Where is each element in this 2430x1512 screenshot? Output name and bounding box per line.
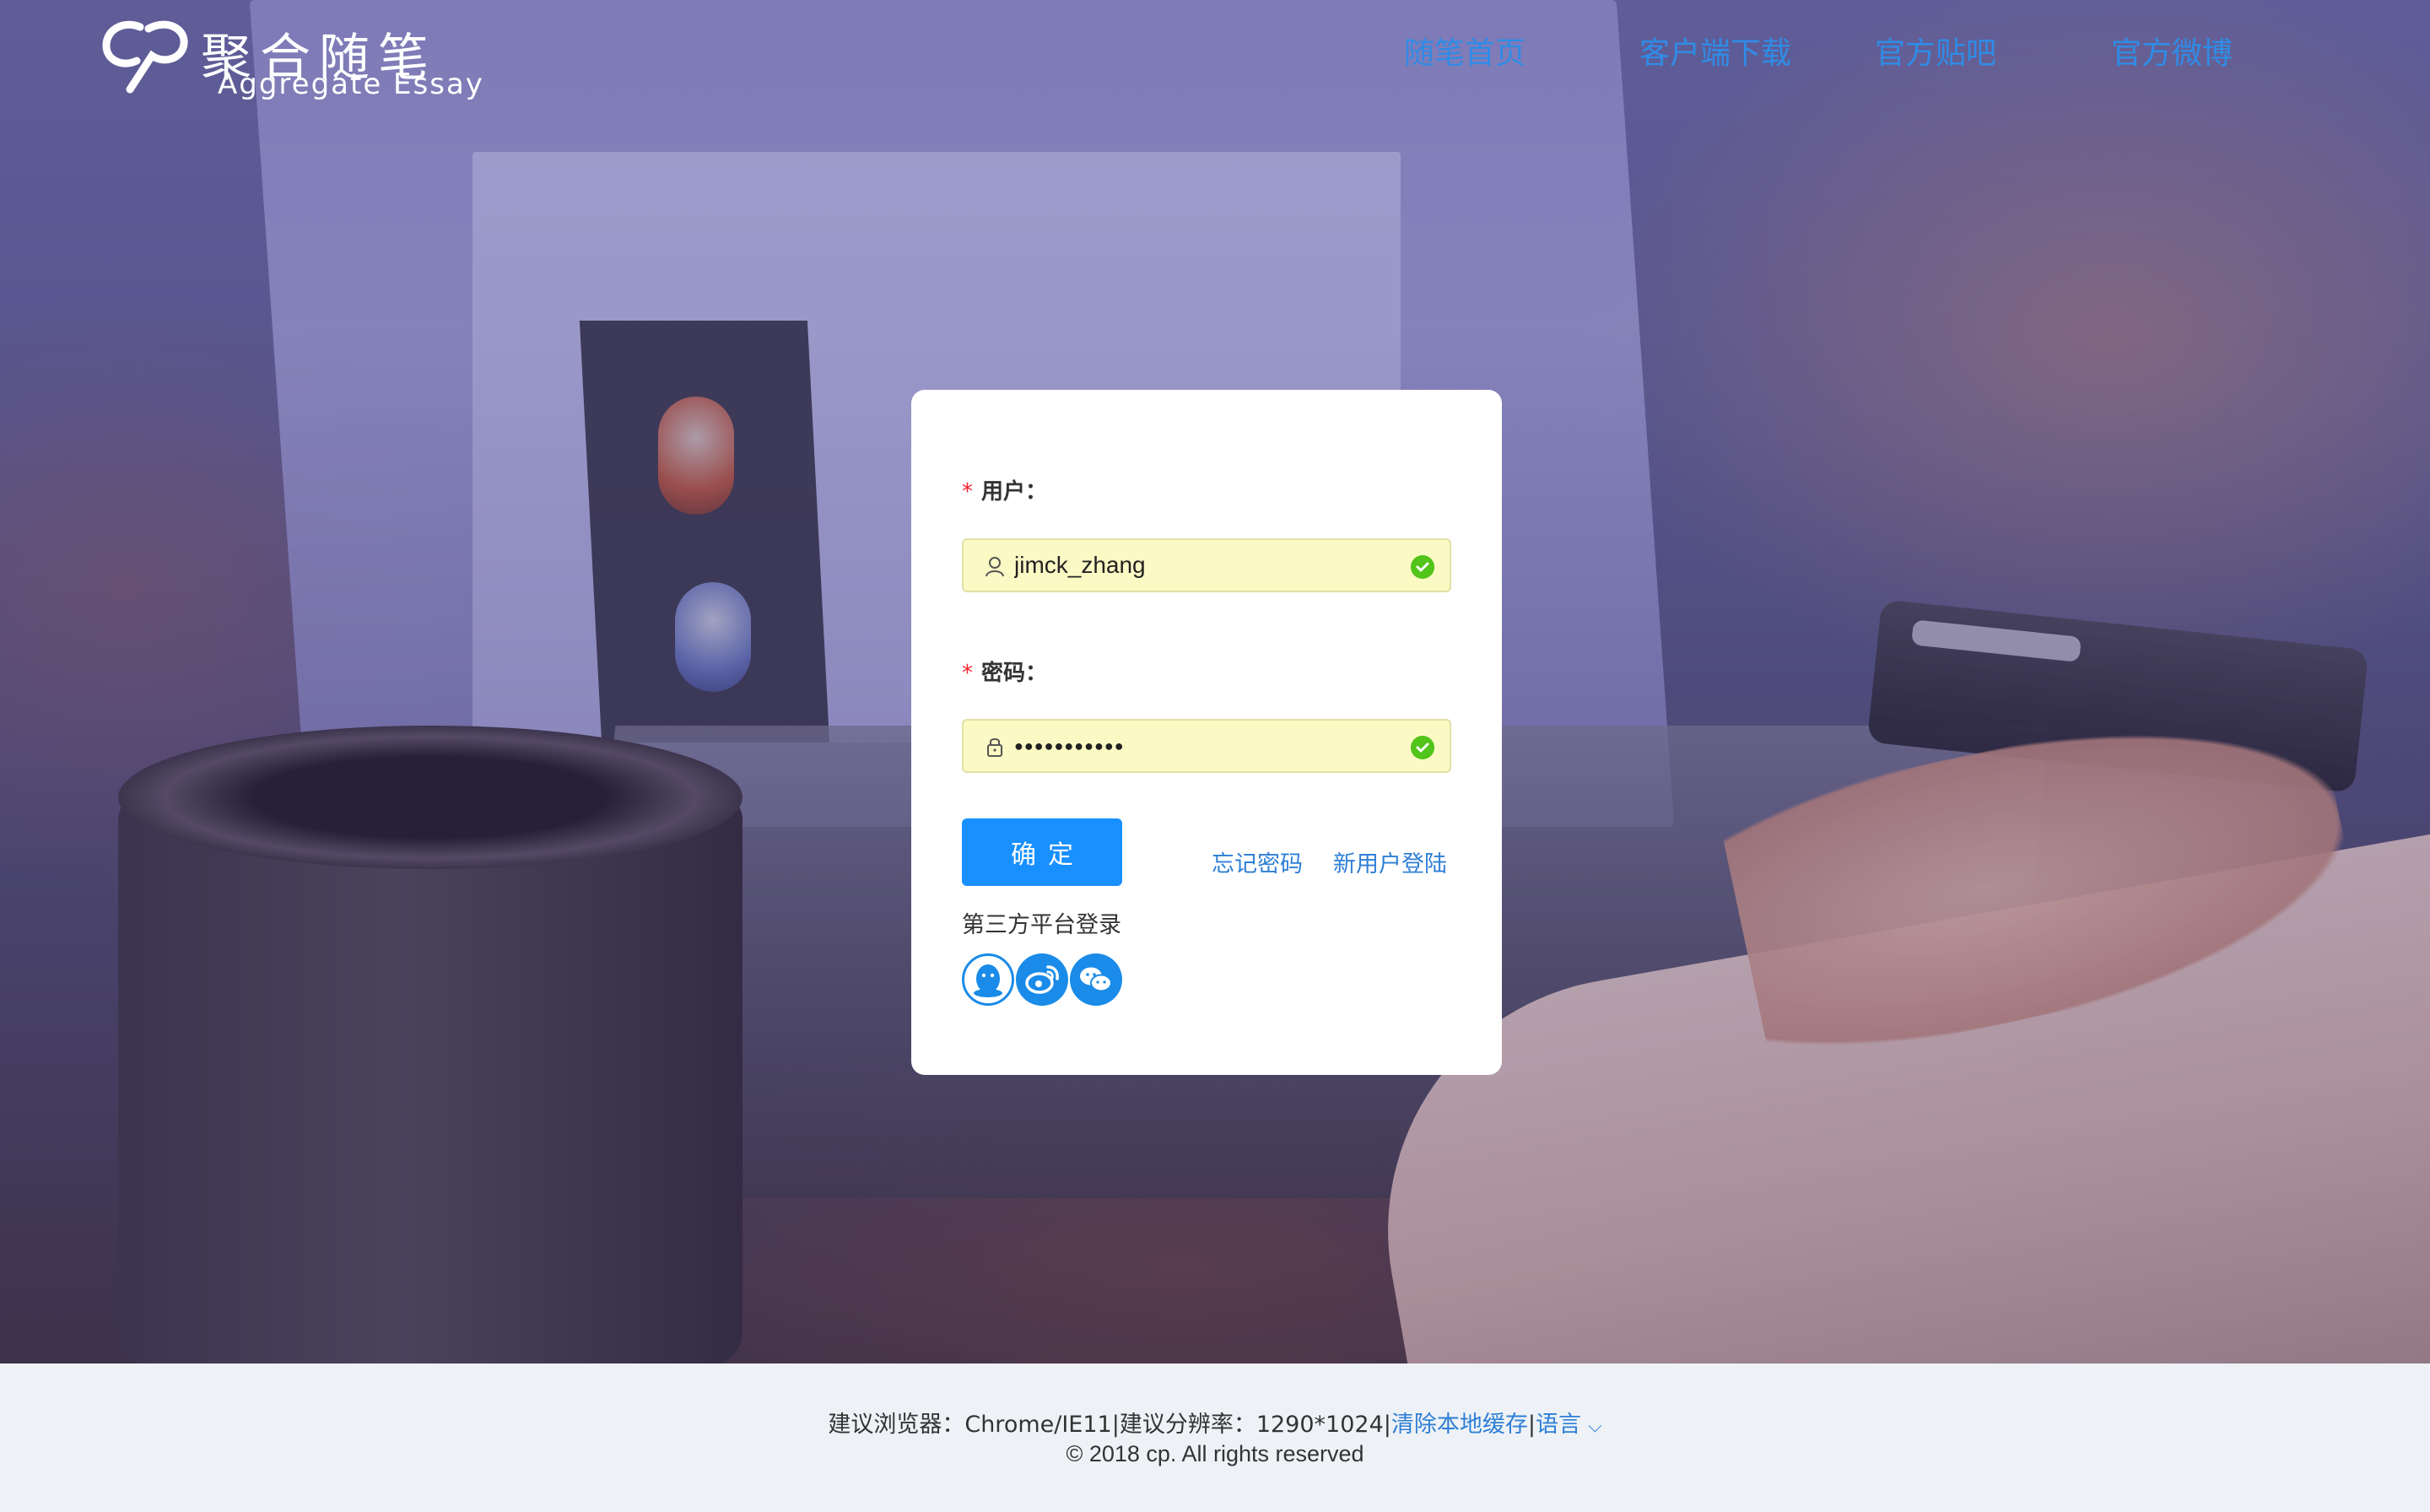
user-icon <box>986 557 1004 577</box>
nav-essay-home[interactable]: 随笔首页 <box>1404 29 1526 73</box>
valid-check-icon <box>1411 736 1434 759</box>
chevron-down-icon[interactable]: ⌵ <box>1588 1416 1602 1437</box>
weibo-login-button[interactable] <box>1016 953 1068 1006</box>
forgot-password-link[interactable]: 忘记密码 <box>1212 845 1303 878</box>
third-party-label: 第三方平台登录 <box>962 912 1121 938</box>
register-link[interactable]: 新用户登陆 <box>1333 845 1447 878</box>
clear-cache-link[interactable]: 清除本地缓存 <box>1391 1412 1528 1438</box>
password-label: * 密码： <box>962 661 1048 686</box>
password-input[interactable] <box>1014 727 1385 764</box>
submit-button[interactable]: 确定 <box>962 818 1122 886</box>
logo-subtitle: Aggregate Essay <box>218 68 484 101</box>
password-field[interactable] <box>962 719 1451 773</box>
footer: 建议浏览器：Chrome/IE11|建议分辨率：1290*1024|清除本地缓存… <box>0 1364 2430 1512</box>
footer-separator: | <box>1527 1412 1536 1438</box>
wechat-icon <box>1080 967 1112 992</box>
logo[interactable]: 聚合随笔 Aggregate Essay <box>100 12 538 101</box>
qq-icon <box>974 964 1002 997</box>
header: 聚合随笔 Aggregate Essay 随笔首页 客户端下载 官方贴吧 官方微… <box>0 0 2430 101</box>
weibo-icon <box>1025 965 1059 994</box>
username-input[interactable] <box>1014 547 1385 584</box>
username-field[interactable] <box>962 538 1451 592</box>
footer-info: 建议浏览器：Chrome/IE11|建议分辨率：1290*1024|清除本地缓存… <box>0 1406 2430 1439</box>
nav-official-weibo[interactable]: 官方微博 <box>2111 29 2233 73</box>
login-card: *用户： *密码： 确定 忘记密码 新用户登陆 第三方平台登录 <box>911 390 1502 1075</box>
lock-icon <box>987 738 1002 757</box>
language-selector[interactable]: 语言 <box>1536 1412 1581 1438</box>
nav-official-tieba[interactable]: 官方贴吧 <box>1875 29 1996 73</box>
wechat-login-button[interactable] <box>1070 953 1122 1006</box>
required-mark: * <box>962 479 973 505</box>
logo-mark-icon <box>102 20 188 94</box>
qq-login-button[interactable] <box>962 953 1014 1006</box>
required-mark: * <box>962 661 973 686</box>
copyright: © 2018 cp. All rights reserved <box>1066 1441 1364 1466</box>
valid-check-icon <box>1411 555 1434 579</box>
username-label: * 用户： <box>962 479 1048 505</box>
browser-recommendation: 建议浏览器：Chrome/IE11|建议分辨率：1290*1024| <box>828 1412 1391 1438</box>
nav-client-download[interactable]: 客户端下载 <box>1639 29 1791 73</box>
